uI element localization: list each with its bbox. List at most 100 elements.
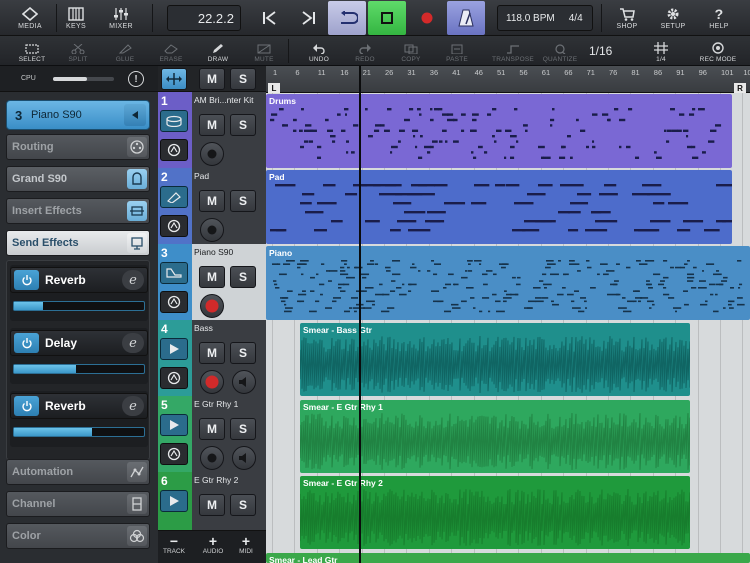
send-edit-button[interactable]: e xyxy=(122,396,144,416)
selected-track-header[interactable]: 3 Piano S90 xyxy=(6,100,150,130)
track-solo-button[interactable]: S xyxy=(230,266,256,288)
track-mute-button[interactable]: M xyxy=(199,342,225,364)
track-solo-button[interactable]: S xyxy=(230,494,256,516)
mute-tool[interactable]: MUTE xyxy=(249,37,279,65)
copy-button[interactable]: COPY xyxy=(396,37,426,65)
track-monitor-button[interactable] xyxy=(200,142,224,166)
audio-track-type[interactable] xyxy=(160,490,188,512)
track-record-arm-button[interactable] xyxy=(200,370,224,394)
track-header-4[interactable]: 4 Bass M S xyxy=(158,320,266,396)
insert-effects-section[interactable]: Insert Effects xyxy=(6,198,150,224)
track-zoom-button[interactable] xyxy=(161,68,187,90)
quantize-value[interactable]: 1/16 xyxy=(589,44,612,58)
quantize-button[interactable]: QUANTIZE xyxy=(540,37,580,65)
grid-button[interactable]: 1/4 xyxy=(646,37,676,65)
global-solo-button[interactable]: S xyxy=(230,68,256,90)
track-record-arm-button[interactable] xyxy=(200,446,224,470)
track-automation-button[interactable] xyxy=(160,215,188,237)
add-midi-track-button[interactable]: + MIDI xyxy=(231,534,261,555)
send-power-button[interactable] xyxy=(14,270,39,290)
select-tool[interactable]: SELECT xyxy=(14,37,50,65)
track-solo-button[interactable]: S xyxy=(230,190,256,212)
position-display[interactable]: 22.2.2 xyxy=(167,5,241,31)
track-solo-button[interactable]: S xyxy=(230,114,256,136)
audio-track-type[interactable] xyxy=(160,414,188,436)
send-level-slider[interactable] xyxy=(13,427,145,437)
track-monitor-button[interactable] xyxy=(200,218,224,242)
tempo-display[interactable]: 118.0 BPM 4/4 xyxy=(497,5,593,31)
piano-track-type[interactable] xyxy=(160,262,188,284)
cpu-warning-icon[interactable]: ! xyxy=(128,71,144,87)
loop-right-locator[interactable]: R xyxy=(734,83,746,93)
add-audio-track-button[interactable]: + AUDIO xyxy=(198,534,228,555)
track-header-2[interactable]: 2 Pad M S xyxy=(158,168,266,244)
timeline-ruler[interactable]: L R 1 6 11 16 21 26 31 36 41 46 51 56 61 66 71 76 81 86 91… xyxy=(266,66,750,93)
track-automation-button[interactable] xyxy=(160,291,188,313)
synth-track-type[interactable] xyxy=(160,186,188,208)
track-header-1[interactable]: 1 AM Bri...nter Kit M S xyxy=(158,92,266,168)
track-solo-button[interactable]: S xyxy=(230,418,256,440)
send-level-slider[interactable] xyxy=(13,364,145,374)
track-header-5[interactable]: 5 E Gtr Rhy 1 M S xyxy=(158,396,266,472)
paste-button[interactable]: PASTE xyxy=(442,37,472,65)
loop-left-locator[interactable]: L xyxy=(268,83,280,93)
setup-button[interactable]: SETUP xyxy=(654,2,692,34)
forward-button[interactable] xyxy=(290,0,328,36)
track-record-arm-button[interactable] xyxy=(200,294,224,318)
keys-button[interactable]: KEYS xyxy=(60,2,92,34)
redo-button[interactable]: REDO xyxy=(350,37,380,65)
track-mute-button[interactable]: M xyxy=(199,190,225,212)
track-header-6[interactable]: 6 E Gtr Rhy 2 M S xyxy=(158,472,266,532)
transpose-button[interactable]: TRANSPOSE xyxy=(491,37,535,65)
color-section[interactable]: Color xyxy=(6,523,150,549)
metronome-button[interactable] xyxy=(447,1,485,35)
record-button[interactable] xyxy=(408,0,446,36)
track-automation-button[interactable] xyxy=(160,443,188,465)
erase-tool[interactable]: ERASE xyxy=(156,37,186,65)
drum-track-type[interactable] xyxy=(160,110,188,132)
track-mute-button[interactable]: M xyxy=(199,494,225,516)
arrange-clip[interactable]: Piano xyxy=(266,246,750,320)
split-tool[interactable]: SPLIT xyxy=(63,37,93,65)
arrange-clip[interactable]: Smear - Lead Gtr xyxy=(266,553,750,563)
channel-section[interactable]: Channel xyxy=(6,491,150,517)
track-monitor-button[interactable] xyxy=(232,446,256,470)
collapse-button[interactable] xyxy=(124,104,146,126)
help-button[interactable]: ? HELP xyxy=(701,2,737,34)
draw-tool[interactable]: DRAW xyxy=(203,37,233,65)
arrange-clip[interactable]: Pad xyxy=(266,170,732,244)
routing-section[interactable]: Routing xyxy=(6,134,150,160)
playhead-cursor[interactable] xyxy=(359,66,361,563)
send-level-slider[interactable] xyxy=(13,301,145,311)
track-mute-button[interactable]: M xyxy=(199,266,225,288)
send-power-button[interactable] xyxy=(14,333,39,353)
mixer-button[interactable]: MIXER xyxy=(103,2,139,34)
global-mute-button[interactable]: M xyxy=(199,68,225,90)
send-power-button[interactable] xyxy=(14,396,39,416)
audio-track-type[interactable] xyxy=(160,338,188,360)
track-header-3-selected[interactable]: 3 Piano S90 M S xyxy=(158,244,266,320)
undo-button[interactable]: UNDO xyxy=(304,37,334,65)
remove-track-button[interactable]: − TRACK xyxy=(159,534,189,555)
send-effects-section[interactable]: Send Effects xyxy=(6,230,150,256)
rewind-button[interactable] xyxy=(250,0,288,36)
track-mute-button[interactable]: M xyxy=(199,114,225,136)
track-automation-button[interactable] xyxy=(160,367,188,389)
track-monitor-button[interactable] xyxy=(232,370,256,394)
cycle-button[interactable] xyxy=(328,1,366,35)
send-edit-button[interactable]: e xyxy=(122,333,144,353)
shop-button[interactable]: SHOP xyxy=(609,2,645,34)
arrange-clip[interactable]: Drums xyxy=(266,94,732,168)
stop-button[interactable] xyxy=(368,1,406,35)
instrument-icon-button[interactable] xyxy=(127,169,147,189)
glue-tool[interactable]: GLUE xyxy=(110,37,140,65)
track-mute-button[interactable]: M xyxy=(199,418,225,440)
track-solo-button[interactable]: S xyxy=(230,342,256,364)
rec-mode-button[interactable]: REC MODE xyxy=(696,37,740,65)
track-automation-button[interactable] xyxy=(160,139,188,161)
media-button[interactable]: MEDIA xyxy=(8,2,52,34)
instrument-section[interactable]: Grand S90 xyxy=(6,166,150,192)
send-edit-button[interactable]: e xyxy=(122,270,144,290)
automation-section[interactable]: Automation xyxy=(6,459,150,485)
arrange-area[interactable]: L R 1 6 11 16 21 26 31 36 41 46 51 56 61 66 71 76 81 86 91… xyxy=(266,66,750,563)
